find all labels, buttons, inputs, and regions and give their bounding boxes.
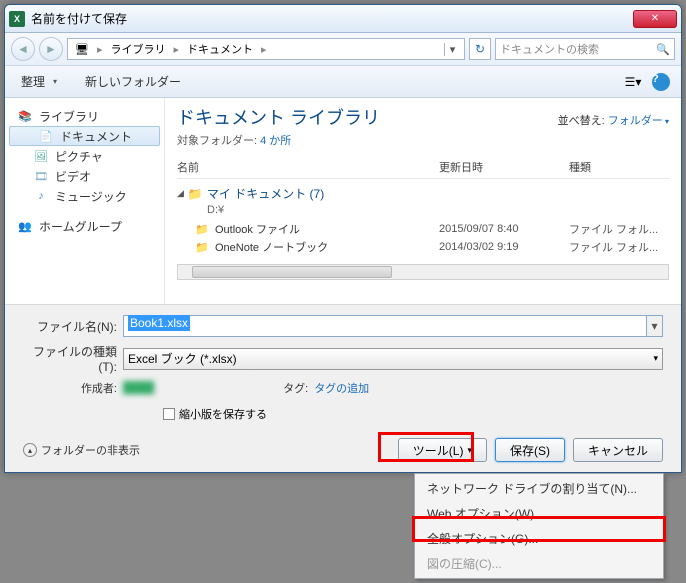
thumbnail-checkbox[interactable] (163, 408, 175, 420)
chevron-right-icon: ▸ (258, 43, 270, 56)
filetype-select[interactable]: Excel ブック (*.xlsx) ▾ (123, 348, 663, 370)
breadcrumb-item[interactable]: ライブラリ (108, 41, 169, 57)
folder-icon: 📁 (195, 241, 211, 254)
col-name[interactable]: 名前 (177, 159, 439, 175)
body-area: 📚 ライブラリ 📄 ドキュメント 🖼 ピクチャ 🎞 ビデオ ♪ ミュージック (5, 98, 681, 304)
folder-icon: 📁 (195, 223, 211, 236)
breadcrumb-dropdown-icon[interactable]: ▾ (444, 43, 460, 56)
toolbar: 整理 新しいフォルダー ☰▾ ? (5, 66, 681, 98)
chevron-right-icon: ▸ (94, 43, 106, 56)
document-icon: 📄 (38, 128, 54, 144)
menu-compress-pictures[interactable]: 図の圧縮(C)... (417, 551, 661, 576)
collapse-icon[interactable]: ◢ (177, 188, 184, 199)
organize-button[interactable]: 整理 (13, 70, 65, 93)
author-value[interactable]: ████ (123, 382, 154, 394)
save-as-dialog: X 名前を付けて保存 ✕ ◄ ► 🖥 ▸ ライブラリ ▸ ドキュメント ▸ ▾ … (4, 4, 682, 473)
sidebar-item-music[interactable]: ♪ ミュージック (5, 186, 164, 206)
cancel-button[interactable]: キャンセル (573, 438, 663, 462)
new-folder-button[interactable]: 新しいフォルダー (77, 70, 189, 93)
folder-icon: 📁 (188, 187, 203, 201)
library-title: ドキュメント ライブラリ (177, 104, 380, 130)
sort-dropdown[interactable]: フォルダー (608, 115, 669, 127)
sidebar-item-library[interactable]: 📚 ライブラリ (5, 106, 164, 126)
sort-area: 並べ替え: フォルダー (558, 112, 669, 128)
sidebar-item-homegroup[interactable]: 👥 ホームグループ (5, 216, 164, 236)
refresh-button[interactable]: ↻ (469, 38, 491, 60)
sidebar-item-pictures[interactable]: 🖼 ピクチャ (5, 146, 164, 166)
view-button[interactable]: ☰▾ (621, 71, 645, 93)
list-item[interactable]: 📁 OneNote ノートブック 2014/03/02 9:19 ファイル フォ… (177, 238, 669, 256)
window-title: 名前を付けて保存 (31, 10, 633, 27)
homegroup-icon: 👥 (17, 218, 33, 234)
picture-icon: 🖼 (33, 148, 49, 164)
excel-icon: X (9, 11, 25, 27)
forward-button[interactable]: ► (39, 37, 63, 61)
column-headers: 名前 更新日時 種類 (177, 156, 669, 179)
breadcrumb[interactable]: 🖥 ▸ ライブラリ ▸ ドキュメント ▸ ▾ (67, 38, 465, 60)
close-button[interactable]: ✕ (633, 10, 677, 28)
list-item[interactable]: 📁 Outlook ファイル 2015/09/07 8:40 ファイル フォル.… (177, 220, 669, 238)
hide-folders-toggle[interactable]: ▴ フォルダーの非表示 (23, 442, 140, 458)
breadcrumb-item[interactable]: ドキュメント (184, 41, 256, 57)
sidebar-item-videos[interactable]: 🎞 ビデオ (5, 166, 164, 186)
thumbnail-label: 縮小版を保存する (179, 406, 267, 422)
sidebar-item-documents[interactable]: 📄 ドキュメント (9, 126, 160, 146)
group-header[interactable]: ◢ 📁 マイ ドキュメント (7) (177, 185, 669, 202)
col-type[interactable]: 種類 (569, 159, 669, 175)
chevron-down-icon: ▾ (653, 353, 658, 364)
search-placeholder: ドキュメントの検索 (500, 41, 656, 57)
library-icon: 📚 (17, 108, 33, 124)
save-button[interactable]: 保存(S) (495, 438, 565, 462)
menu-general-options[interactable]: 全般オプション(G)... (417, 526, 661, 551)
library-locations-link[interactable]: 4 か所 (260, 135, 291, 147)
scrollbar-thumb[interactable] (192, 266, 392, 278)
nav-bar: ◄ ► 🖥 ▸ ライブラリ ▸ ドキュメント ▸ ▾ ↻ ドキュメントの検索 🔍 (5, 33, 681, 66)
tools-button[interactable]: ツール(L) (398, 438, 487, 462)
file-group: ◢ 📁 マイ ドキュメント (7) D:¥ 📁 Outlook ファイル 201… (177, 185, 669, 256)
search-input[interactable]: ドキュメントの検索 🔍 (495, 38, 675, 60)
video-icon: 🎞 (33, 168, 49, 184)
back-button[interactable]: ◄ (11, 37, 35, 61)
col-date[interactable]: 更新日時 (439, 159, 569, 175)
music-icon: ♪ (33, 188, 49, 204)
form-area: ファイル名(N): Book1.xlsx ▾ ファイルの種類(T): Excel… (5, 304, 681, 472)
author-label: 作成者: (23, 380, 123, 396)
tag-label: タグ: (274, 380, 314, 396)
library-subtext: 対象フォルダー: 4 か所 (177, 132, 669, 148)
file-list-pane: ドキュメント ライブラリ 並べ替え: フォルダー 対象フォルダー: 4 か所 名… (165, 98, 681, 304)
group-path: D:¥ (177, 204, 669, 216)
collapse-icon: ▴ (23, 443, 37, 457)
filename-input[interactable]: Book1.xlsx (123, 315, 647, 337)
menu-map-drive[interactable]: ネットワーク ドライブの割り当て(N)... (417, 476, 661, 501)
sidebar: 📚 ライブラリ 📄 ドキュメント 🖼 ピクチャ 🎞 ビデオ ♪ ミュージック (5, 98, 165, 304)
menu-web-options[interactable]: Web オプション(W)... (417, 501, 661, 526)
tag-add-link[interactable]: タグの追加 (314, 380, 369, 396)
filename-label: ファイル名(N): (23, 318, 123, 335)
titlebar: X 名前を付けて保存 ✕ (5, 5, 681, 33)
filename-dropdown-icon[interactable]: ▾ (647, 315, 663, 337)
search-icon[interactable]: 🔍 (656, 43, 670, 56)
computer-icon: 🖥 (72, 43, 92, 56)
filetype-label: ファイルの種類(T): (23, 343, 123, 374)
help-button[interactable]: ? (649, 71, 673, 93)
tools-menu: ネットワーク ドライブの割り当て(N)... Web オプション(W)... 全… (414, 473, 664, 579)
thumbnail-row: 縮小版を保存する (23, 406, 663, 422)
horizontal-scrollbar[interactable] (177, 264, 669, 280)
chevron-right-icon: ▸ (171, 43, 183, 56)
